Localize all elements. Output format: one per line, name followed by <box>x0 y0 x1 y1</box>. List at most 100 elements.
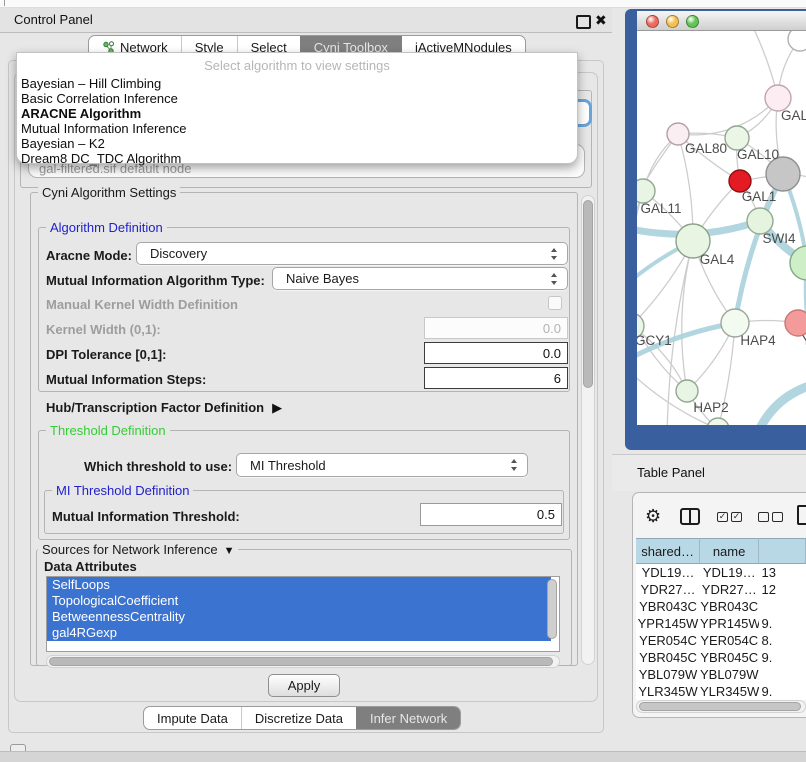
sources-hscrollbar[interactable] <box>46 655 560 668</box>
table-cell: YBR045C <box>700 649 759 666</box>
algorithm-option[interactable]: Dream8 DC_TDC Algorithm <box>17 151 577 166</box>
node-table: shared… name YDL19…YDL19…13YDR27…YDR27…1… <box>636 538 806 700</box>
table-cell: 9. <box>759 615 806 632</box>
network-node-hap2[interactable] <box>676 380 698 402</box>
column-header-shared[interactable]: shared… <box>636 538 700 564</box>
attribute-list-item[interactable]: gal4RGexp <box>47 625 551 641</box>
settings-scrollbar-thumb[interactable] <box>583 200 593 388</box>
table-panel-title: Table Panel <box>637 465 705 480</box>
top-strip <box>0 0 806 8</box>
algorithm-option[interactable]: Basic Correlation Inference <box>17 91 577 106</box>
algorithm-option[interactable]: Bayesian – K2 <box>17 136 577 151</box>
table-cell: YER054C <box>700 632 759 649</box>
top-divider <box>4 0 5 6</box>
deselect-box-icon-2[interactable] <box>772 512 783 522</box>
select-all-check-icon[interactable]: ✓ <box>717 512 728 522</box>
network-node-gray[interactable] <box>766 157 800 191</box>
attribute-list-item[interactable]: SelfLoops <box>47 577 551 593</box>
minimize-window-icon[interactable] <box>666 15 679 28</box>
network-canvas[interactable]: GALGAL80GAL10GAL1GAL11SWI4GAL4GCY1HAP4YH… <box>637 31 806 425</box>
tab-discretize-data[interactable]: Discretize Data <box>241 707 356 729</box>
sources-title: Sources for Network Inference <box>42 542 218 557</box>
hub-definition-label: Hub/Transcription Factor Definition <box>46 400 264 415</box>
split-columns-icon[interactable] <box>680 508 700 525</box>
mi-type-combo[interactable]: Naive Bayes <box>272 267 568 290</box>
attribute-list-item[interactable]: TopologicalCoefficient <box>47 593 551 609</box>
table-cell: 12 <box>759 581 806 598</box>
float-panel-icon[interactable] <box>576 15 591 29</box>
algorithm-option[interactable]: Mutual Information Inference <box>17 121 577 136</box>
combo-spinner-icon <box>550 273 558 285</box>
network-node-bot[interactable] <box>707 418 729 425</box>
which-threshold-combo[interactable]: MI Threshold <box>236 453 528 477</box>
table-row[interactable]: YBR045CYBR045C9. <box>636 649 806 666</box>
kernel-width-input[interactable]: 0.0 <box>424 317 568 339</box>
bottom-status-band <box>0 751 806 762</box>
table-cell: YBR043C <box>700 598 759 615</box>
table-cell <box>759 598 806 615</box>
table-row[interactable]: YER054CYER054C8. <box>636 632 806 649</box>
network-node-label: GAL10 <box>737 147 779 162</box>
network-node-gal11[interactable] <box>637 179 655 203</box>
mi-steps-input[interactable]: 6 <box>424 367 568 389</box>
mi-threshold-input[interactable]: 0.5 <box>420 503 562 526</box>
screen: Control Panel ✖ NetworkStyleSelectCyni T… <box>0 0 806 762</box>
column-header-extra[interactable] <box>759 538 806 564</box>
network-node-label: GCY1 <box>637 333 672 348</box>
table-cell: YPR145W <box>636 615 700 632</box>
close-panel-icon[interactable]: ✖ <box>595 13 607 27</box>
table-row[interactable]: YLR345WYLR345W9. <box>636 683 806 700</box>
network-window-titlebar[interactable] <box>637 11 806 31</box>
bottom-tabbar: Impute Data Discretize Data Infer Network <box>143 706 461 730</box>
zoom-window-icon[interactable] <box>686 15 699 28</box>
table-row[interactable]: YBL079WYBL079W <box>636 666 806 683</box>
network-node-top[interactable] <box>788 31 806 51</box>
algorithm-popup-placeholder: Select algorithm to view settings <box>17 53 577 73</box>
table-cell: 8. <box>759 632 806 649</box>
manual-kernel-checkbox[interactable] <box>548 296 562 310</box>
table-row[interactable]: YPR145WYPR145W9. <box>636 615 806 632</box>
table-hscrollbar[interactable] <box>636 700 806 713</box>
mi-steps-label: Mutual Information Steps: <box>46 372 206 387</box>
hub-definition-toggle[interactable]: Hub/Transcription Factor Definition ▶ <box>46 400 282 416</box>
table-cell <box>759 666 806 683</box>
table-cell: YBL079W <box>636 666 700 683</box>
kernel-width-label: Kernel Width (0,1): <box>46 322 161 337</box>
tab-label: Infer Network <box>370 711 447 726</box>
table-row[interactable]: YDR27…YDR27…12 <box>636 581 806 598</box>
table-cell: YBR043C <box>636 598 700 615</box>
tab-label: Impute Data <box>157 711 228 726</box>
mi-threshold-legend: MI Threshold Definition <box>52 484 193 497</box>
network-edge-highlighted <box>755 383 806 425</box>
table-body: YDL19…YDL19…13YDR27…YDR27…12YBR043CYBR04… <box>636 564 806 700</box>
settings-scrollbar[interactable] <box>581 195 595 665</box>
table-cell: YDR27… <box>700 581 759 598</box>
aracne-mode-combo[interactable]: Discovery <box>136 242 568 265</box>
dpi-tolerance-input[interactable]: 0.0 <box>424 342 568 364</box>
sources-hscrollbar-thumb[interactable] <box>49 657 553 666</box>
table-cell: 9. <box>759 683 806 700</box>
control-panel-title: Control Panel <box>14 12 93 27</box>
table-row[interactable]: YBR043CYBR043C <box>636 598 806 615</box>
tab-impute-data[interactable]: Impute Data <box>144 707 241 729</box>
deselect-box-icon[interactable] <box>758 512 769 522</box>
page-icon[interactable] <box>797 505 806 525</box>
select-all-check-icon-2[interactable]: ✓ <box>731 512 742 522</box>
close-window-icon[interactable] <box>646 15 659 28</box>
algorithm-option[interactable]: Bayesian – Hill Climbing <box>17 76 577 91</box>
network-node-label: SWI4 <box>762 231 795 246</box>
algorithm-option[interactable]: ARACNE Algorithm <box>17 106 577 121</box>
table-row[interactable]: YDL19…YDL19…13 <box>636 564 806 581</box>
sources-collapse-icon[interactable]: ▼ <box>224 545 235 558</box>
tab-infer-network[interactable]: Infer Network <box>356 707 460 729</box>
table-hscrollbar-thumb[interactable] <box>639 702 801 711</box>
table-cell: YBL079W <box>700 666 759 683</box>
column-header-name[interactable]: name <box>700 538 759 564</box>
attribute-list-item[interactable]: BetweennessCentrality <box>47 609 551 625</box>
aracne-mode-value: Discovery <box>150 246 207 261</box>
gear-icon[interactable]: ⚙ <box>645 507 661 525</box>
attr-list-scrollbar-thumb[interactable] <box>547 579 557 639</box>
hub-expand-icon[interactable]: ▶ <box>272 400 282 416</box>
apply-button[interactable]: Apply <box>268 674 340 697</box>
algorithm-popup-list: Bayesian – Hill ClimbingBasic Correlatio… <box>17 73 577 166</box>
